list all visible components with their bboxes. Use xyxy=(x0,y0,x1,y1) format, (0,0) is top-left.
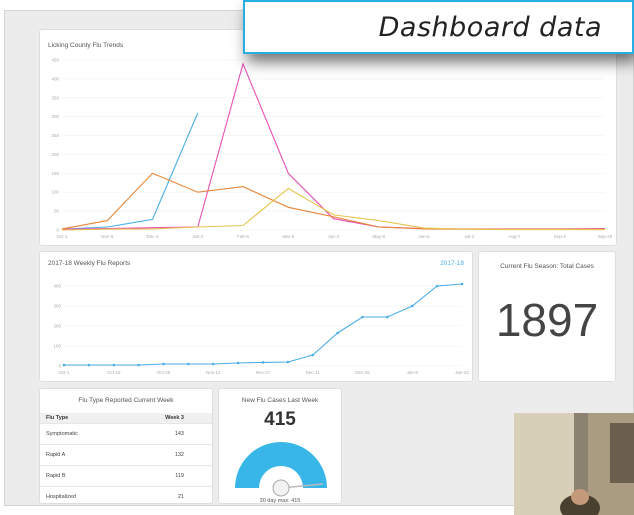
data-point xyxy=(286,360,290,364)
x-tick-label: Jun-5 xyxy=(418,234,430,239)
table-row: Symptomatic 143 xyxy=(40,423,212,445)
x-tick-label: Jan-23 xyxy=(455,370,469,375)
x-tick-label: Dec-11 xyxy=(306,370,321,375)
x-tick-label: Dec-25 xyxy=(355,370,370,375)
table-row: Rapid B 119 xyxy=(40,465,212,487)
y-tick-label: 350 xyxy=(51,95,59,100)
data-point xyxy=(435,284,439,288)
x-tick-label: Nov-12 xyxy=(206,370,221,375)
col-flu-type: Flu Type xyxy=(40,413,118,424)
data-point xyxy=(187,362,190,366)
new-cases-gauge xyxy=(235,442,327,497)
photo-scene xyxy=(514,413,634,515)
data-point xyxy=(112,363,116,367)
flu-type-cell: Hospitalized xyxy=(40,486,118,503)
x-tick-label: Dec-4 xyxy=(146,234,159,239)
data-point xyxy=(211,362,215,366)
banner-text: Dashboard data xyxy=(378,12,602,43)
data-point xyxy=(361,315,364,319)
data-point xyxy=(162,362,165,366)
dashboard-data-banner: Dashboard data xyxy=(243,0,634,54)
y-tick-label: 0 xyxy=(56,228,59,233)
data-point xyxy=(336,331,339,335)
data-point xyxy=(137,363,140,367)
y-tick-label: 400 xyxy=(51,76,59,81)
x-tick-label: Jul-3 xyxy=(464,234,474,239)
count-cell: 21 xyxy=(117,486,212,503)
count-cell: 119 xyxy=(117,465,212,487)
new-cases-max: 30 day max: 415 xyxy=(259,498,301,504)
table-row: Hospitalized 21 xyxy=(40,486,212,503)
x-tick-label: Aug-7 xyxy=(508,234,521,239)
series-line xyxy=(61,187,605,231)
series-line xyxy=(64,283,463,366)
flu-type-title: Flu Type Reported Current Week xyxy=(78,397,174,404)
y-tick-label: 300 xyxy=(53,304,61,309)
x-tick-label: Jan-8 xyxy=(407,370,419,375)
x-tick-label: Oct-1 xyxy=(58,370,69,375)
flu-trends-chart: 450 400 350 300 250 200 150 100 50 0Oct-1 Nov-6 Dec… xyxy=(51,58,613,240)
flu-type-cell: Rapid A xyxy=(40,444,118,466)
y-tick-label: 300 xyxy=(51,114,59,119)
x-tick-label: Sep-25 xyxy=(598,234,613,239)
series-line xyxy=(61,112,199,230)
series-line xyxy=(61,62,606,230)
x-tick-label: Apr-3 xyxy=(328,234,340,239)
y-tick-label: 100 xyxy=(53,344,61,349)
y-tick-label: 50 xyxy=(54,209,60,214)
data-point xyxy=(261,361,265,364)
count-cell: 143 xyxy=(117,423,212,445)
presenter-photo xyxy=(514,413,634,515)
total-cases-title: Current Flu Season: Total Cases xyxy=(500,263,594,270)
data-point xyxy=(410,304,414,308)
data-point xyxy=(311,353,315,357)
y-tick-label: 400 xyxy=(53,284,61,289)
weekly-reports-chart: 400 300 200 100 0Oct-1 Oct-15 Oct-29 Nov-12 Nov-… xyxy=(53,282,469,375)
flu-type-cell: Rapid B xyxy=(40,465,118,487)
y-tick-label: 150 xyxy=(51,171,59,176)
x-tick-label: Jan-2 xyxy=(192,234,204,239)
x-tick-label: Mar-6 xyxy=(282,234,294,239)
y-tick-label: 450 xyxy=(51,58,59,63)
flu-type-table: Flu Type Week 3 Symptomatic 143 Rapid A 13… xyxy=(40,413,212,503)
y-tick-label: 0 xyxy=(58,364,61,369)
flu-trends-panel: Licking County Flu Trends 450 400 350 300 25… xyxy=(39,29,617,246)
x-tick-label: Nov-27 xyxy=(256,370,271,375)
data-point xyxy=(236,361,240,365)
x-tick-label: Feb-6 xyxy=(237,234,249,239)
y-tick-label: 200 xyxy=(51,152,59,157)
weekly-reports-panel: 2017-18 Weekly Flu Reports 2017-18 400 30… xyxy=(39,251,473,382)
col-week: Week 3 xyxy=(117,413,212,424)
y-tick-label: 250 xyxy=(51,133,59,138)
data-point xyxy=(386,315,389,319)
flu-type-panel: Flu Type Reported Current Week Flu Type … xyxy=(39,388,213,504)
table-row: Rapid A 132 xyxy=(40,444,212,466)
gauge-hub xyxy=(272,479,290,497)
x-tick-label: Oct-29 xyxy=(157,370,171,375)
x-tick-label: Sep-4 xyxy=(554,234,567,239)
x-tick-label: Nov-6 xyxy=(101,234,114,239)
y-tick-label: 200 xyxy=(53,324,61,329)
count-cell: 132 xyxy=(117,444,212,466)
table-header-row: Flu Type Week 3 xyxy=(40,413,212,424)
x-tick-label: Oct-1 xyxy=(56,234,67,239)
x-tick-label: Oct-15 xyxy=(107,370,121,375)
flu-type-cell: Symptomatic xyxy=(40,423,118,445)
data-point xyxy=(87,363,91,367)
data-point xyxy=(62,363,66,367)
total-cases-value: 1897 xyxy=(495,294,599,346)
new-cases-panel: New Flu Cases Last Week 415 30 day max: … xyxy=(218,388,342,504)
data-point xyxy=(460,282,464,286)
x-tick-label: May-8 xyxy=(372,234,385,239)
total-cases-panel: Current Flu Season: Total Cases 1897 xyxy=(478,251,616,382)
y-tick-label: 100 xyxy=(51,190,59,195)
